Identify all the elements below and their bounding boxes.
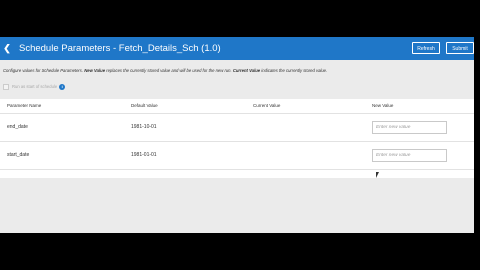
refresh-button[interactable]: Refresh (412, 42, 440, 54)
new-value-input[interactable] (372, 149, 447, 162)
description-part3: indicates the currently stored value. (260, 68, 328, 73)
description-part1: Configure values for Schedule Parameters… (3, 68, 85, 73)
chevron-left-icon[interactable]: ❮ (2, 42, 12, 55)
parameter-name-cell: start_date (7, 152, 30, 158)
default-value-cell: 1981-10-01 (131, 124, 157, 130)
description-part2: replaces the currently stored value and … (105, 68, 233, 73)
parameters-table: Parameter Name Default Value Current Val… (0, 99, 474, 178)
new-value-term: New Value (84, 68, 106, 73)
column-header-current-value: Current Value (253, 103, 281, 108)
parameter-name-cell: end_date (7, 124, 28, 130)
column-header-parameter-name: Parameter Name (7, 103, 42, 108)
table-row: start_date 1981-01-01 (0, 142, 474, 170)
schedule-parameters-window: ❮ Schedule Parameters - Fetch_Details_Sc… (0, 37, 474, 233)
submit-button[interactable]: Submit (446, 42, 474, 54)
page-title: Schedule Parameters - Fetch_Details_Sch … (19, 43, 221, 54)
description-text: Configure values for Schedule Parameters… (3, 67, 469, 74)
current-value-term: Current Value (232, 68, 261, 73)
header-bar: ❮ Schedule Parameters - Fetch_Details_Sc… (0, 37, 474, 60)
table-header: Parameter Name Default Value Current Val… (0, 99, 474, 114)
default-value-cell: 1981-01-01 (131, 152, 157, 158)
column-header-new-value: New Value (372, 103, 394, 108)
table-row: end_date 1981-10-01 (0, 114, 474, 142)
run-as-start-option: Run as start of schedule i (3, 83, 66, 91)
info-icon[interactable]: i (59, 83, 66, 90)
run-as-start-label: Run as start of schedule (12, 84, 58, 89)
column-header-default-value: Default Value (131, 103, 158, 108)
new-value-input[interactable] (372, 121, 447, 134)
run-as-start-checkbox[interactable] (3, 83, 9, 90)
mouse-pointer-icon (376, 172, 379, 178)
